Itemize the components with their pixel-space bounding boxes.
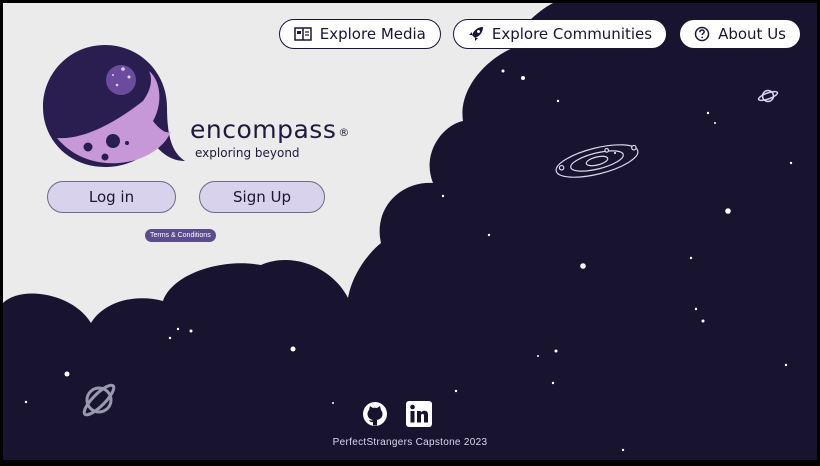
signup-button[interactable]: Sign Up	[199, 181, 325, 213]
top-navigation: Explore Media Explore Communities About …	[278, 19, 801, 49]
login-button[interactable]: Log in	[47, 181, 176, 213]
app-frame: Explore Media Explore Communities About …	[3, 3, 817, 460]
rocket-icon	[468, 27, 483, 41]
about-us-button[interactable]: About Us	[679, 19, 801, 49]
encompass-logo	[43, 45, 185, 167]
app-tagline: exploring beyond	[195, 146, 300, 160]
registered-mark: ®	[338, 126, 350, 139]
terms-link[interactable]: Terms & Conditions	[145, 229, 216, 242]
github-icon[interactable]	[362, 401, 388, 427]
explore-media-label: Explore Media	[319, 25, 426, 43]
footer-credit: PerfectStrangers Capstone 2023	[332, 437, 488, 448]
question-circle-icon	[694, 26, 710, 42]
footer-social-links	[362, 401, 432, 427]
brand-wordmark: encompass ® exploring beyond	[190, 115, 350, 160]
explore-media-button[interactable]: Explore Media	[278, 19, 441, 49]
media-icon	[294, 27, 312, 41]
linkedin-icon[interactable]	[406, 401, 432, 427]
about-us-label: About Us	[718, 25, 786, 43]
app-name: encompass ®	[190, 115, 350, 144]
explore-communities-button[interactable]: Explore Communities	[452, 19, 668, 49]
explore-communities-label: Explore Communities	[491, 25, 653, 43]
